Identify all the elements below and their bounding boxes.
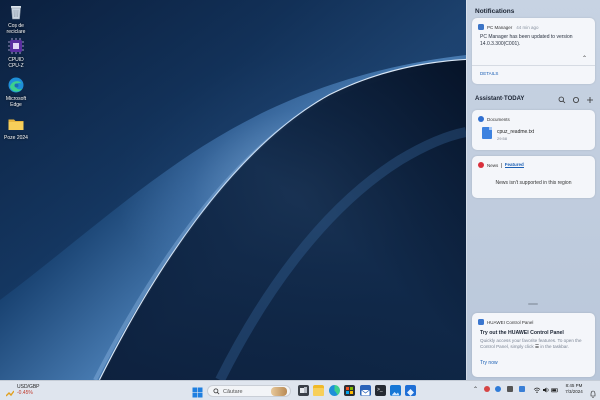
- tray-app-icon-3[interactable]: [507, 386, 513, 395]
- news-unsupported-message: News isn't supported in this region: [495, 180, 572, 186]
- battery-icon[interactable]: [551, 386, 559, 397]
- volume-icon[interactable]: [542, 386, 550, 397]
- file-time: 29:58: [497, 136, 508, 141]
- news-card[interactable]: News Featured News isn't supported in th…: [472, 156, 595, 198]
- notification-message: PC Manager has been updated to version 1…: [480, 34, 573, 47]
- search-highlight-image: [271, 387, 287, 396]
- store-icon[interactable]: [344, 385, 355, 396]
- wallpaper-curve: [0, 0, 466, 380]
- desktop-icon-label: Microsoft Edge: [5, 96, 27, 108]
- task-view-icon[interactable]: [298, 385, 309, 396]
- control-panel-header-label: HUAWEI Control Panel: [487, 319, 534, 325]
- wifi-icon[interactable]: [533, 386, 541, 397]
- tray-overflow-icon[interactable]: ⌃: [473, 386, 478, 394]
- terminal-icon[interactable]: >_: [375, 385, 386, 396]
- taskbar: USD/GBP -0.45% Căutare >_ ⌃ 8:45 PM 7/3/…: [0, 380, 600, 400]
- search-placeholder: Căutare: [223, 389, 243, 395]
- control-panel-header: HUAWEI Control Panel: [478, 319, 533, 325]
- photos-icon[interactable]: [390, 385, 401, 396]
- search-icon: [213, 388, 220, 398]
- ticker-change: -0.45%: [17, 390, 33, 396]
- notification-header: PC Manager 44 min ago: [478, 24, 539, 30]
- collapse-chevron-icon[interactable]: ⌃: [582, 55, 587, 62]
- try-now-link[interactable]: Try now: [480, 360, 498, 366]
- ticker-widget[interactable]: USD/GBP -0.45%: [17, 384, 40, 396]
- desktop-icon-cpu-z[interactable]: CPUID CPU-Z: [2, 37, 30, 69]
- notification-panel: Notifications PC Manager 44 min ago PC M…: [466, 0, 600, 380]
- pc-manager-icon: [478, 24, 484, 30]
- edge-taskbar-icon[interactable]: [329, 385, 340, 396]
- news-header-label: News: [487, 162, 499, 168]
- cpu-z-icon: [8, 38, 24, 54]
- tab-featured[interactable]: Featured: [504, 162, 524, 168]
- search-icon[interactable]: [558, 96, 566, 104]
- add-icon[interactable]: [586, 96, 594, 104]
- desktop-icon-folder[interactable]: Poze 2024: [2, 115, 30, 141]
- documents-card[interactable]: Documents cpuz_readme.txt 29:58: [472, 110, 595, 150]
- assistant-title: Assistant·TODAY: [475, 96, 525, 102]
- folder-icon: [8, 119, 24, 130]
- pc-manager-taskbar-icon[interactable]: [405, 385, 416, 396]
- control-panel-card[interactable]: HUAWEI Control Panel Try out the HUAWEI …: [472, 313, 595, 377]
- panel-drag-handle[interactable]: [528, 303, 538, 305]
- recycle-bin-icon: [11, 6, 21, 20]
- notification-card[interactable]: PC Manager 44 min ago PC Manager has bee…: [472, 18, 595, 84]
- notification-time: 44 min ago: [516, 24, 539, 30]
- notification-app: PC Manager: [487, 24, 513, 30]
- control-panel-body-tail: in the taskbar.: [540, 344, 569, 349]
- refresh-icon[interactable]: [572, 96, 580, 104]
- notifications-title: Notifications: [475, 8, 515, 15]
- assistant-header: Assistant·TODAY: [475, 96, 595, 106]
- details-link[interactable]: DETAILS: [480, 71, 498, 76]
- clock[interactable]: 8:45 PM 7/3/2024: [560, 383, 588, 395]
- desktop-icon-label: Coș de reciclare: [6, 23, 26, 35]
- clock-date: 7/3/2024: [565, 389, 583, 394]
- edge-icon: [8, 77, 24, 93]
- tray-app-icon-2[interactable]: [495, 386, 501, 395]
- start-icon[interactable]: [192, 385, 203, 398]
- news-icon: [478, 162, 484, 168]
- mail-icon[interactable]: [360, 385, 371, 396]
- desktop-icon-edge[interactable]: Microsoft Edge: [2, 76, 30, 108]
- control-panel-title: Try out the HUAWEI Control Panel: [480, 330, 564, 336]
- notification-bell-icon[interactable]: [590, 386, 596, 398]
- file-name[interactable]: cpuz_readme.txt: [497, 129, 534, 135]
- desktop-icon-recycle-bin[interactable]: Coș de reciclare: [2, 3, 30, 35]
- control-panel-icon: [478, 319, 484, 325]
- control-panel-body: Quickly access your favorite features. T…: [480, 338, 592, 350]
- documents-icon: [478, 116, 484, 122]
- tray-app-icon-4[interactable]: [519, 386, 525, 395]
- documents-header-label: Documents: [487, 116, 510, 122]
- desktop-icon-label: CPUID CPU-Z: [8, 57, 24, 69]
- desktop-icon-label: Poze 2024: [4, 135, 28, 141]
- file-explorer-icon[interactable]: [313, 385, 324, 396]
- documents-header: Documents: [478, 116, 510, 122]
- search-box[interactable]: Căutare: [207, 385, 291, 397]
- control-panel-taskbar-icon: ☰: [534, 344, 540, 349]
- text-file-icon: [482, 127, 492, 139]
- news-header: News Featured: [478, 162, 524, 168]
- ticker-icon: [5, 385, 15, 397]
- divider: [472, 65, 595, 66]
- tray-app-icon-1[interactable]: [484, 386, 490, 395]
